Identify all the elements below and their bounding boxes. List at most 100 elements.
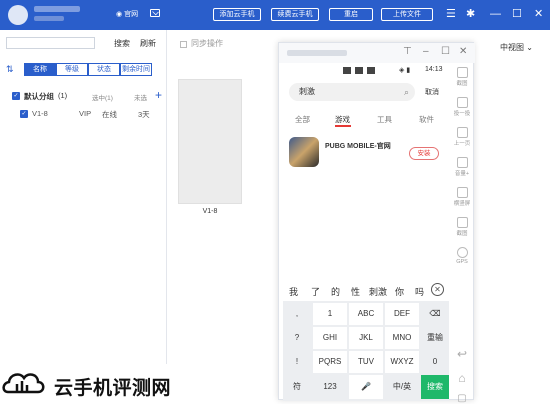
- view-size-dropdown[interactable]: 中视图 ⌄: [500, 42, 533, 53]
- phone-title-blurred: [287, 50, 347, 56]
- app-icon[interactable]: [289, 137, 319, 167]
- tab-tools[interactable]: 工具: [377, 114, 392, 125]
- volume-up-tool[interactable]: 音量+: [451, 157, 473, 177]
- key-mno[interactable]: MNO: [385, 327, 419, 349]
- tab-level[interactable]: 等级: [56, 63, 88, 76]
- device-thumbnail[interactable]: [178, 79, 242, 204]
- gps-icon: [456, 247, 468, 258]
- candidate-word[interactable]: 我: [289, 285, 298, 298]
- key-ghi[interactable]: GHI: [313, 327, 347, 349]
- phone-window-titlebar: ⊤ – ☐ ✕: [279, 43, 475, 63]
- globe-icon: ◉: [116, 11, 123, 18]
- tool-label: 横竖屏: [453, 201, 471, 207]
- tab-remaining-time[interactable]: 剩余时间: [120, 63, 152, 76]
- app-search-input[interactable]: 刺激 ⌕: [289, 83, 415, 101]
- key-pqrs[interactable]: PQRS: [313, 351, 347, 373]
- key-abc[interactable]: ABC: [349, 303, 383, 325]
- add-group-icon[interactable]: +: [155, 88, 162, 102]
- upload-file-button[interactable]: 上传文件: [381, 8, 433, 21]
- account-id-blurred: [34, 16, 64, 21]
- maximize-icon[interactable]: ☐: [441, 46, 450, 57]
- key-0[interactable]: 0: [421, 351, 449, 373]
- collapse-candidates-icon[interactable]: ✕: [431, 283, 444, 296]
- renew-cloud-phone-button[interactable]: 续费云手机: [271, 8, 319, 21]
- microphone-icon[interactable]: 🎤: [349, 375, 383, 399]
- device-name: V1-8: [32, 109, 48, 118]
- device-search-input[interactable]: [6, 37, 95, 49]
- device-checkbox[interactable]: ✓: [20, 110, 28, 118]
- gear-icon[interactable]: ✱: [466, 7, 475, 21]
- capture-tool[interactable]: 截图: [451, 217, 473, 237]
- phone-screen[interactable]: ◈ ▮ 14:13 刺激 ⌕ 取消 全部 游戏 工具 软件 PUBG MOBIL…: [283, 63, 449, 401]
- group-row[interactable]: ✓ 默认分组 (1) 选中(1) 未选 +: [12, 88, 162, 102]
- key-symbols[interactable]: 符: [283, 375, 311, 399]
- shake-tool[interactable]: 投一投: [451, 97, 473, 117]
- minimize-icon[interactable]: –: [423, 46, 429, 57]
- key-def[interactable]: DEF: [385, 303, 419, 325]
- volume-icon: [456, 157, 468, 168]
- tab-all[interactable]: 全部: [295, 114, 310, 125]
- candidate-word[interactable]: 你: [395, 285, 404, 298]
- device-row[interactable]: ✓ V1-8 VIP 在线 3天: [20, 108, 162, 120]
- avatar[interactable]: [8, 5, 28, 25]
- key-question[interactable]: ?: [283, 327, 311, 349]
- candidate-word[interactable]: 吗: [415, 285, 424, 298]
- key-backspace[interactable]: ⌫: [421, 303, 449, 325]
- back-tool[interactable]: 上一页: [451, 127, 473, 147]
- rotate-tool[interactable]: 横竖屏: [451, 187, 473, 207]
- tab-software[interactable]: 软件: [419, 114, 434, 125]
- key-comma[interactable]: ,: [283, 303, 311, 325]
- maximize-icon[interactable]: ☐: [512, 7, 522, 21]
- install-button[interactable]: 安装: [409, 147, 439, 160]
- close-icon[interactable]: ✕: [534, 7, 543, 21]
- search-icon[interactable]: ⌕: [404, 83, 409, 101]
- tab-status[interactable]: 状态: [88, 63, 120, 76]
- screenshot-tool[interactable]: 截图: [451, 67, 473, 87]
- refresh-button[interactable]: 刷新: [140, 38, 156, 49]
- mail-icon[interactable]: [150, 9, 160, 17]
- candidate-word[interactable]: 性: [351, 285, 360, 298]
- back-arrow-icon[interactable]: ↩: [451, 347, 473, 361]
- official-site-link[interactable]: ◉ 官网: [116, 9, 138, 19]
- add-cloud-phone-button[interactable]: 添加云手机: [213, 8, 261, 21]
- key-tuv[interactable]: TUV: [349, 351, 383, 373]
- key-search[interactable]: 搜索: [421, 375, 449, 399]
- thumbnail-label: V1-8: [202, 208, 218, 215]
- search-button[interactable]: 搜索: [114, 38, 130, 49]
- group-name: 默认分组: [24, 92, 54, 101]
- top-bar: ◉ 官网 添加云手机 续费云手机 重启 上传文件 ☰ ✱ — ☐ ✕: [0, 0, 550, 30]
- key-jkl[interactable]: JKL: [349, 327, 383, 349]
- sync-label: 同步操作: [191, 39, 223, 48]
- recent-apps-icon[interactable]: ▢: [451, 393, 473, 404]
- tab-games[interactable]: 游戏: [335, 114, 350, 125]
- cancel-button[interactable]: 取消: [425, 87, 439, 97]
- restart-button[interactable]: 重启: [329, 8, 373, 21]
- key-cn-en[interactable]: 中/英: [385, 375, 419, 399]
- image-icon: [456, 217, 468, 228]
- gps-tool[interactable]: GPS: [451, 247, 473, 265]
- tool-label: 投一投: [453, 111, 471, 117]
- keyboard: , 1 ABC DEF ⌫ ? GHI JKL MNO 重输 ! PQRS TU…: [283, 301, 449, 401]
- candidate-word[interactable]: 的: [331, 285, 340, 298]
- group-checkbox[interactable]: ✓: [12, 92, 20, 100]
- sync-checkbox[interactable]: [180, 41, 187, 48]
- menu-icon[interactable]: ☰: [446, 7, 456, 21]
- key-123[interactable]: 123: [313, 375, 347, 399]
- notification-icon: [367, 67, 375, 74]
- close-icon[interactable]: ✕: [459, 46, 467, 57]
- key-reinput[interactable]: 重输: [421, 327, 449, 349]
- tool-label: 截图: [456, 231, 468, 237]
- minimize-icon[interactable]: —: [490, 7, 501, 21]
- key-exclaim[interactable]: !: [283, 351, 311, 373]
- key-1[interactable]: 1: [313, 303, 347, 325]
- home-icon[interactable]: ⌂: [451, 371, 473, 385]
- tool-label: 上一页: [453, 141, 471, 147]
- candidate-word[interactable]: 了: [311, 285, 320, 298]
- watermark-text: 云手机评测网: [54, 378, 172, 399]
- rotate-icon: [456, 187, 468, 198]
- key-wxyz[interactable]: WXYZ: [385, 351, 419, 373]
- thumbtack-icon[interactable]: ⊤: [403, 46, 412, 57]
- candidate-word[interactable]: 刺激: [369, 285, 387, 298]
- sort-icon[interactable]: ⇅: [6, 64, 16, 74]
- tab-name[interactable]: 名称: [24, 63, 56, 76]
